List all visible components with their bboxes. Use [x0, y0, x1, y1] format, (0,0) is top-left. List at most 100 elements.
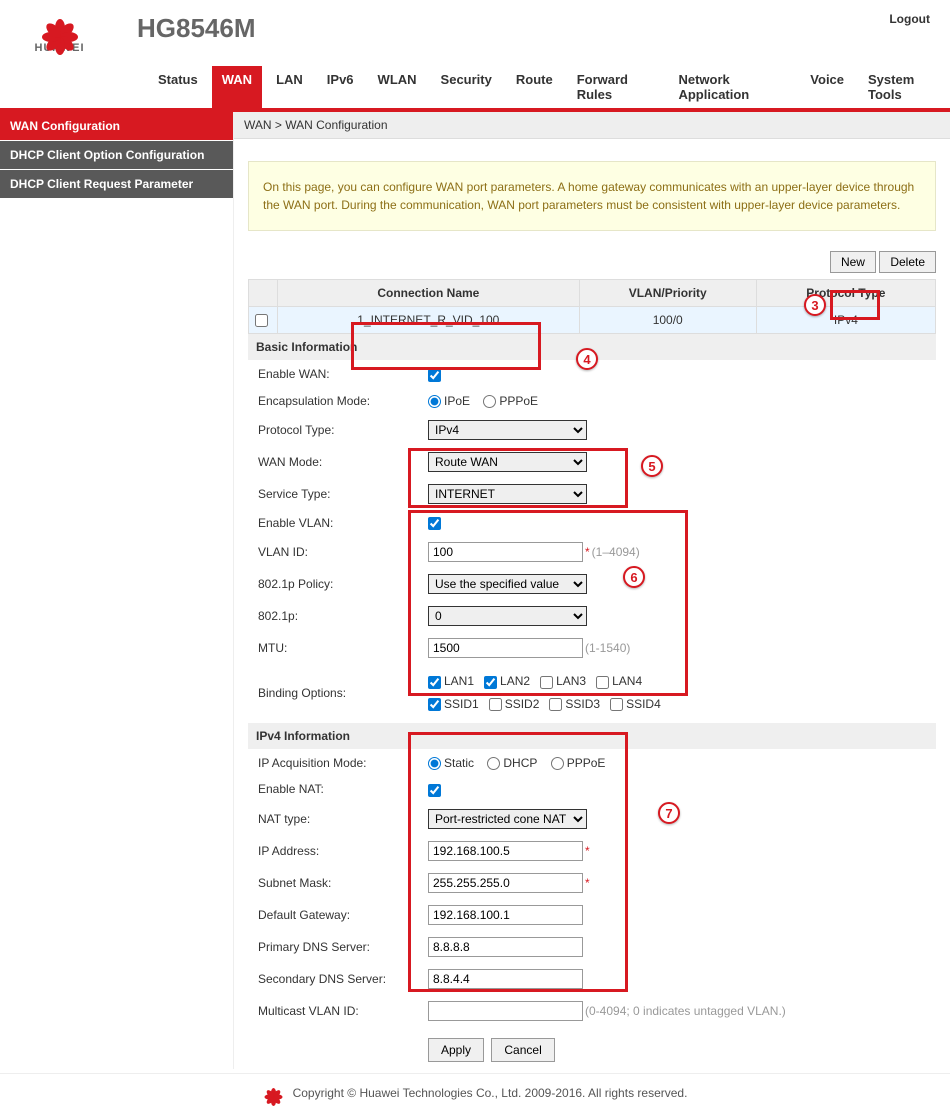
ipacq-static-text: Static	[444, 756, 474, 770]
dns2-label: Secondary DNS Server:	[250, 964, 418, 994]
encap-pppoe-text: PPPoE	[499, 394, 538, 408]
footer: Copyright © Huawei Technologies Co., Ltd…	[0, 1073, 950, 1112]
binding-lan3-checkbox[interactable]	[540, 676, 553, 689]
section-ipv4-info: IPv4 Information	[248, 723, 936, 749]
section-basic-info: Basic Information	[248, 334, 936, 360]
enable-vlan-checkbox[interactable]	[428, 517, 441, 530]
binding-ssid3-text: SSID3	[565, 697, 600, 711]
sidebar: WAN ConfigurationDHCP Client Option Conf…	[0, 112, 234, 1069]
encap-ipoe-text: IPoE	[444, 394, 470, 408]
sidebar-item-wan-configuration[interactable]: WAN Configuration	[0, 112, 233, 141]
binding-ssid2-text: SSID2	[505, 697, 540, 711]
menu-network-application[interactable]: Network Application	[668, 66, 796, 108]
mcast-vlan-label: Multicast VLAN ID:	[250, 996, 418, 1026]
apply-button[interactable]: Apply	[428, 1038, 484, 1062]
huawei-logo-icon: HUAWEI	[12, 8, 107, 58]
mcast-vlan-input[interactable]	[428, 1001, 583, 1021]
binding-ssid4-text: SSID4	[626, 697, 661, 711]
binding-ssid2-checkbox[interactable]	[489, 698, 502, 711]
subnet-input[interactable]	[428, 873, 583, 893]
menu-ipv6[interactable]: IPv6	[317, 66, 364, 108]
footer-logo-icon	[263, 1084, 285, 1102]
ip-addr-input[interactable]	[428, 841, 583, 861]
binding-ssid4-checkbox[interactable]	[610, 698, 623, 711]
binding-lan3-text: LAN3	[556, 674, 586, 688]
binding-lan1-checkbox[interactable]	[428, 676, 441, 689]
cell-connection-name: 1_INTERNET_R_VID_100	[278, 307, 580, 334]
sidebar-item-dhcp-client-request-parameter[interactable]: DHCP Client Request Parameter	[0, 170, 233, 199]
footer-text: Copyright © Huawei Technologies Co., Ltd…	[293, 1086, 688, 1100]
gateway-input[interactable]	[428, 905, 583, 925]
content-area: WAN > WAN Configuration On this page, yo…	[234, 112, 950, 1069]
menu-status[interactable]: Status	[148, 66, 208, 108]
table-row[interactable]: 1_INTERNET_R_VID_100 100/0 IPv4	[249, 307, 936, 334]
basic-form: Enable WAN: Encapsulation Mode: IPoE PPP…	[248, 360, 936, 723]
col-protocol-type: Protocol Type	[756, 280, 935, 307]
binding-lan2-checkbox[interactable]	[484, 676, 497, 689]
info-panel: On this page, you can configure WAN port…	[248, 161, 936, 231]
menu-wlan[interactable]: WLAN	[368, 66, 427, 108]
vlan-id-label: VLAN ID:	[250, 537, 418, 567]
menu-wan[interactable]: WAN	[212, 66, 262, 108]
ip-acq-label: IP Acquisition Mode:	[250, 751, 418, 775]
cancel-button[interactable]: Cancel	[491, 1038, 554, 1062]
row-checkbox[interactable]	[255, 314, 268, 327]
8021p-label: 802.1p:	[250, 601, 418, 631]
ipacq-dhcp-text: DHCP	[503, 756, 537, 770]
menu-security[interactable]: Security	[431, 66, 502, 108]
breadcrumb: WAN > WAN Configuration	[234, 112, 950, 139]
ipacq-static-radio[interactable]	[428, 757, 441, 770]
encap-ipoe-radio[interactable]	[428, 395, 441, 408]
dns2-input[interactable]	[428, 969, 583, 989]
enable-nat-checkbox[interactable]	[428, 784, 441, 797]
binding-lan2-text: LAN2	[500, 674, 530, 688]
encap-pppoe-radio[interactable]	[483, 395, 496, 408]
menu-system-tools[interactable]: System Tools	[858, 66, 950, 108]
nat-type-label: NAT type:	[250, 804, 418, 834]
protocol-type-select[interactable]: IPv4	[428, 420, 587, 440]
enable-vlan-label: Enable VLAN:	[250, 511, 418, 535]
vlan-id-input[interactable]	[428, 542, 583, 562]
new-button[interactable]: New	[830, 251, 876, 273]
ipv4-form: IP Acquisition Mode: Static DHCP PPPoE E…	[248, 749, 936, 1069]
menu-voice[interactable]: Voice	[800, 66, 854, 108]
binding-lan4-text: LAN4	[612, 674, 642, 688]
enable-wan-checkbox[interactable]	[428, 369, 441, 382]
wan-mode-select[interactable]: Route WAN	[428, 452, 587, 472]
ip-addr-label: IP Address:	[250, 836, 418, 866]
menu-route[interactable]: Route	[506, 66, 563, 108]
ipacq-dhcp-radio[interactable]	[487, 757, 500, 770]
col-connection-name: Connection Name	[278, 280, 580, 307]
menu-lan[interactable]: LAN	[266, 66, 313, 108]
mtu-hint: (1-1540)	[585, 641, 630, 655]
mcast-vlan-hint: (0-4094; 0 indicates untagged VLAN.)	[585, 1004, 786, 1018]
binding-ssid3-checkbox[interactable]	[549, 698, 562, 711]
8021p-policy-select[interactable]: Use the specified value	[428, 574, 587, 594]
encap-mode-label: Encapsulation Mode:	[250, 389, 418, 413]
main-menu: StatusWANLANIPv6WLANSecurityRouteForward…	[0, 66, 950, 112]
header: HUAWEI HG8546M Logout	[0, 0, 950, 58]
enable-nat-label: Enable NAT:	[250, 777, 418, 801]
gateway-label: Default Gateway:	[250, 900, 418, 930]
ipacq-pppoe-text: PPPoE	[567, 756, 606, 770]
enable-wan-label: Enable WAN:	[250, 362, 418, 386]
menu-forward-rules[interactable]: Forward Rules	[567, 66, 665, 108]
logout-link[interactable]: Logout	[889, 12, 930, 26]
col-vlan-priority: VLAN/Priority	[579, 280, 756, 307]
cell-proto: IPv4	[756, 307, 935, 334]
sidebar-item-dhcp-client-option-configuration[interactable]: DHCP Client Option Configuration	[0, 141, 233, 170]
protocol-type-label: Protocol Type:	[250, 415, 418, 445]
binding-ssid1-checkbox[interactable]	[428, 698, 441, 711]
mtu-label: MTU:	[250, 633, 418, 663]
cell-vlan: 100/0	[579, 307, 756, 334]
service-type-label: Service Type:	[250, 479, 418, 509]
mtu-input[interactable]	[428, 638, 583, 658]
nat-type-select[interactable]: Port-restricted cone NAT	[428, 809, 587, 829]
delete-button[interactable]: Delete	[879, 251, 936, 273]
model-label: HG8546M	[137, 13, 256, 44]
ipacq-pppoe-radio[interactable]	[551, 757, 564, 770]
dns1-input[interactable]	[428, 937, 583, 957]
binding-lan4-checkbox[interactable]	[596, 676, 609, 689]
8021p-select[interactable]: 0	[428, 606, 587, 626]
service-type-select[interactable]: INTERNET	[428, 484, 587, 504]
